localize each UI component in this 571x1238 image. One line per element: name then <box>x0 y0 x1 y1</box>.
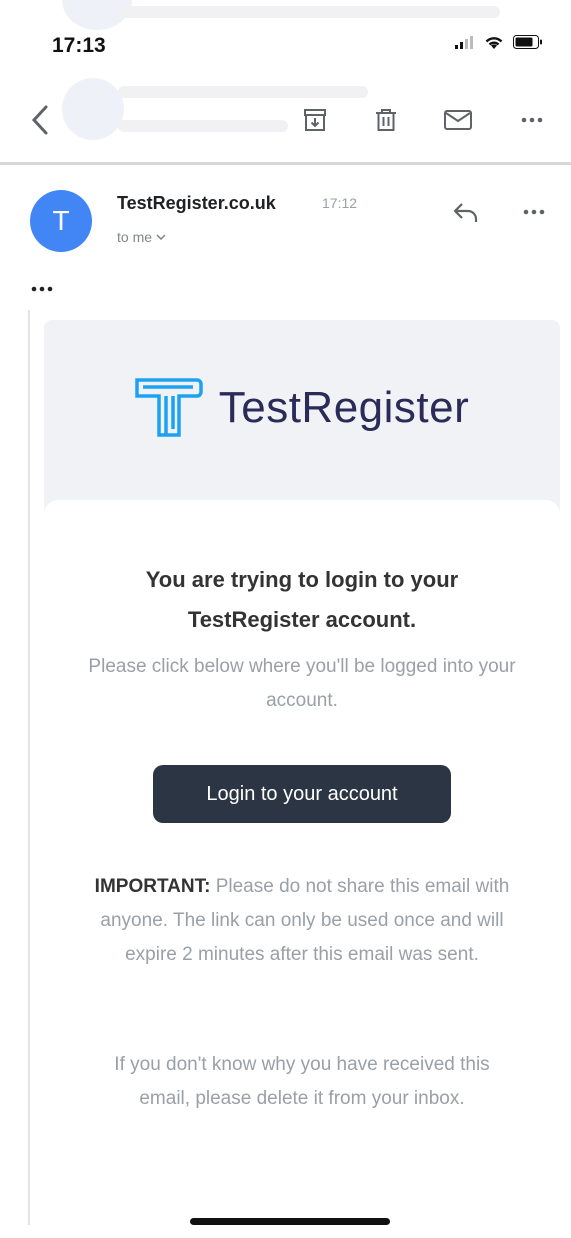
email-subtitle: Please click below where you'll be logge… <box>88 656 516 711</box>
quoted-content-border <box>28 310 36 1225</box>
heading-line-2: TestRegister account. <box>187 607 417 632</box>
home-indicator[interactable] <box>190 1218 390 1225</box>
brand-logo: TestRegister <box>44 368 560 448</box>
more-horizontal-icon <box>31 286 53 292</box>
background-avatar-ghost <box>62 78 124 140</box>
chevron-left-icon <box>31 105 48 135</box>
show-trimmed-content-button[interactable] <box>30 278 66 300</box>
background-line-ghost <box>118 120 288 132</box>
background-line-ghost <box>118 86 368 98</box>
reply-icon <box>453 203 478 222</box>
archive-button[interactable] <box>295 100 335 140</box>
status-icons <box>455 34 543 50</box>
background-line-ghost <box>120 6 500 18</box>
more-options-button[interactable] <box>512 100 552 140</box>
battery-icon <box>513 35 542 49</box>
message-time: 17:12 <box>322 195 358 211</box>
top-app-bar: 17:13 <box>0 0 571 165</box>
signal-icon <box>455 36 473 49</box>
important-notice: IMPORTANT: Please do not share this emai… <box>94 870 510 972</box>
sender-name: TestRegister.co.uk <box>117 193 276 213</box>
message-more-button[interactable] <box>514 192 554 232</box>
email-heading: You are trying to login to your TestRegi… <box>84 560 520 640</box>
unexpected-email-notice: If you don't know why you have received … <box>114 1054 490 1109</box>
mail-icon <box>444 110 472 130</box>
status-time: 17:13 <box>52 34 106 57</box>
recipient-label: to me <box>117 229 153 245</box>
important-label: IMPORTANT: <box>94 876 211 897</box>
more-horizontal-icon <box>523 209 545 215</box>
reply-button[interactable] <box>446 192 486 232</box>
email-card: You are trying to login to your TestRegi… <box>44 500 560 1230</box>
archive-icon <box>304 109 326 131</box>
chevron-down-icon <box>156 234 166 240</box>
wifi-icon <box>485 37 503 49</box>
heading-line-1: You are trying to login to your <box>145 567 459 592</box>
delete-button[interactable] <box>366 100 406 140</box>
trash-icon <box>376 109 396 131</box>
brand-name: TestRegister <box>218 383 470 432</box>
more-horizontal-icon <box>521 117 543 123</box>
recipient-details-toggle[interactable]: to me <box>117 229 166 245</box>
sender-avatar[interactable]: T <box>30 190 92 252</box>
back-button[interactable] <box>24 98 56 142</box>
mark-unread-button[interactable] <box>438 100 478 140</box>
login-button[interactable]: Login to your account <box>153 765 451 823</box>
email-body: TestRegister You are trying to login to … <box>44 320 560 1230</box>
testregister-logo-icon <box>134 378 203 437</box>
